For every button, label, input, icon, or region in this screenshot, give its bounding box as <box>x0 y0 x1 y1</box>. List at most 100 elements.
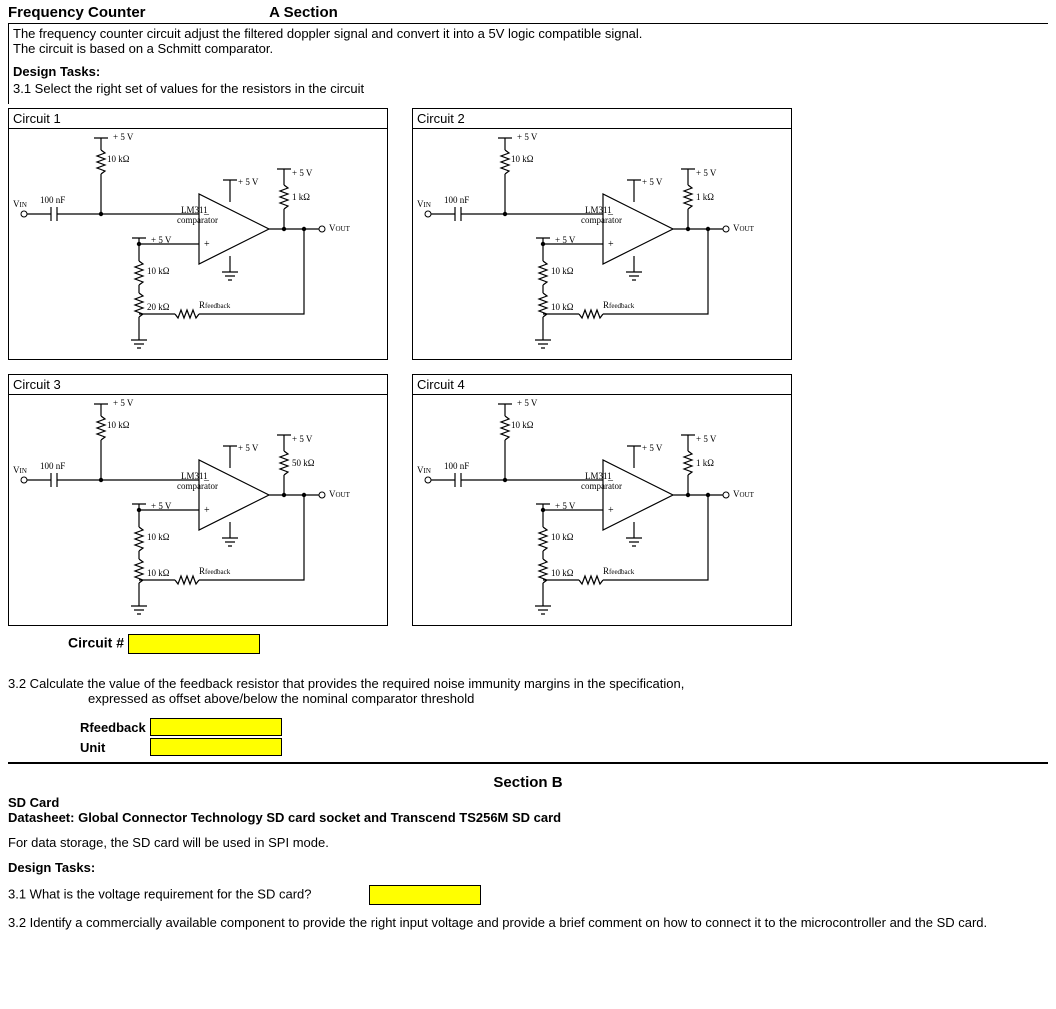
schematic-label: + 5 V <box>517 399 537 408</box>
schematic-label: VOUT <box>329 224 350 233</box>
schematic-label: 1 kΩ <box>696 193 714 202</box>
schematic-label: 10 kΩ <box>551 569 573 578</box>
schematic-label: + 5 V <box>642 178 662 187</box>
schematic-label: 100 nF <box>444 196 469 205</box>
rfeedback-answer-block: Rfeedback Unit <box>78 716 1048 758</box>
section-divider <box>8 762 1048 764</box>
circuits-grid: Circuit 1 +–VIN100 nF10 kΩ+ 5 VLM311comp… <box>8 108 1048 626</box>
circuit-diagram: +–VIN 100 nF 10 kΩ + 5 V LM311comparator + 5 … <box>413 395 791 625</box>
schematic-label: + 5 V <box>292 435 312 444</box>
circuit-diagram: +–VIN 100 nF 10 kΩ + 5 V LM311comparator + 5 … <box>9 395 387 625</box>
schematic-label: 100 nF <box>40 196 65 205</box>
circuit-title: Circuit 2 <box>413 109 791 129</box>
schematic-label: Rfeedback <box>603 301 634 310</box>
schematic-label: comparator <box>177 216 218 225</box>
schematic-label: 10 kΩ <box>551 267 573 276</box>
schematic-svg: +– <box>413 129 791 359</box>
design-tasks-b: Design Tasks: <box>8 860 1048 875</box>
svg-text:+: + <box>204 239 210 250</box>
circuit-diagram: +–VIN 100 nF 10 kΩ + 5 V LM311comparator + 5 … <box>9 129 387 359</box>
schematic-label: + 5 V <box>555 502 575 511</box>
schematic-label: LM311 <box>181 206 208 215</box>
svg-text:+: + <box>608 239 614 250</box>
schematic-label: Rfeedback <box>603 567 634 576</box>
schematic-label: LM311 <box>585 472 612 481</box>
schematic-label: 20 kΩ <box>147 303 169 312</box>
circuit-number-prompt: Circuit # <box>68 634 1048 654</box>
schematic-label: 100 nF <box>40 462 65 471</box>
schematic-label: + 5 V <box>696 435 716 444</box>
schematic-label: comparator <box>581 216 622 225</box>
question-3-2: 3.2 Identify a commercially available co… <box>8 915 1048 930</box>
schematic-label: 10 kΩ <box>147 533 169 542</box>
schematic-label: + 5 V <box>517 133 537 142</box>
circuit-diagram: +–VIN 100 nF 10 kΩ + 5 V LM311comparator + 5 … <box>413 129 791 359</box>
schematic-label: LM311 <box>585 206 612 215</box>
svg-text:+: + <box>608 505 614 516</box>
design-tasks-heading: Design Tasks: <box>13 64 1044 79</box>
intro-block: The frequency counter circuit adjust the… <box>8 23 1048 104</box>
task-3-1: 3.1 Select the right set of values for t… <box>13 81 1044 96</box>
svg-text:+: + <box>204 505 210 516</box>
schematic-label: VIN <box>417 200 431 209</box>
schematic-label: 10 kΩ <box>107 155 129 164</box>
task-3-2: 3.2 Calculate the value of the feedback … <box>8 676 1048 706</box>
schematic-label: comparator <box>177 482 218 491</box>
schematic-label: comparator <box>581 482 622 491</box>
schematic-label: Rfeedback <box>199 567 230 576</box>
schematic-label: 10 kΩ <box>511 421 533 430</box>
schematic-label: 100 nF <box>444 462 469 471</box>
schematic-label: + 5 V <box>555 236 575 245</box>
datasheet-line: Datasheet: Global Connector Technology S… <box>8 810 1048 825</box>
schematic-svg: +– <box>9 395 387 625</box>
schematic-label: + 5 V <box>238 178 258 187</box>
sd-card-heading: SD Card <box>8 795 1048 810</box>
circuit-prompt-label: Circuit # <box>68 635 124 651</box>
schematic-label: 10 kΩ <box>511 155 533 164</box>
voltage-req-input[interactable] <box>369 885 481 905</box>
circuit-4: Circuit 4 +–VIN 100 nF 10 kΩ + 5 V LM311comp… <box>412 374 792 626</box>
sd-intro: For data storage, the SD card will be us… <box>8 835 1048 850</box>
unit-label: Unit <box>80 738 148 756</box>
question-3-1: 3.1 What is the voltage requirement for … <box>8 885 1048 905</box>
circuit-1: Circuit 1 +–VIN 100 nF 10 kΩ + 5 V LM311comp… <box>8 108 388 360</box>
schematic-label: 10 kΩ <box>147 267 169 276</box>
task-3-2-line1: 3.2 Calculate the value of the feedback … <box>8 676 1048 691</box>
schematic-label: 10 kΩ <box>551 303 573 312</box>
schematic-label: LM311 <box>181 472 208 481</box>
schematic-label: VIN <box>13 200 27 209</box>
circuit-3: Circuit 3 +–VIN 100 nF 10 kΩ + 5 V LM311comp… <box>8 374 388 626</box>
rfeedback-input[interactable] <box>150 718 282 736</box>
circuit-title: Circuit 1 <box>9 109 387 129</box>
circuit-number-input[interactable] <box>128 634 260 654</box>
schematic-label: + 5 V <box>238 444 258 453</box>
section-a-label: A Section <box>269 4 338 21</box>
circuit-title: Circuit 3 <box>9 375 387 395</box>
intro-line-1: The frequency counter circuit adjust the… <box>13 26 1044 41</box>
section-a-header: Frequency Counter A Section <box>8 4 1048 21</box>
schematic-label: VIN <box>417 466 431 475</box>
schematic-label: 10 kΩ <box>107 421 129 430</box>
circuit-title: Circuit 4 <box>413 375 791 395</box>
schematic-label: VOUT <box>733 224 754 233</box>
schematic-label: Rfeedback <box>199 301 230 310</box>
schematic-label: VIN <box>13 466 27 475</box>
q31-text: 3.1 What is the voltage requirement for … <box>8 886 312 901</box>
schematic-label: 1 kΩ <box>292 193 310 202</box>
rfeedback-label: Rfeedback <box>80 718 148 736</box>
schematic-label: VOUT <box>733 490 754 499</box>
schematic-label: 50 kΩ <box>292 459 314 468</box>
circuit-2: Circuit 2 +–VIN 100 nF 10 kΩ + 5 V LM311comp… <box>412 108 792 360</box>
schematic-svg: +– <box>413 395 791 625</box>
unit-input[interactable] <box>150 738 282 756</box>
schematic-label: + 5 V <box>113 399 133 408</box>
schematic-label: 10 kΩ <box>147 569 169 578</box>
schematic-svg: +– <box>9 129 387 359</box>
schematic-label: 1 kΩ <box>696 459 714 468</box>
schematic-label: 10 kΩ <box>551 533 573 542</box>
schematic-label: + 5 V <box>696 169 716 178</box>
section-b-label: Section B <box>8 774 1048 791</box>
schematic-label: VOUT <box>329 490 350 499</box>
schematic-label: + 5 V <box>151 502 171 511</box>
schematic-label: + 5 V <box>151 236 171 245</box>
